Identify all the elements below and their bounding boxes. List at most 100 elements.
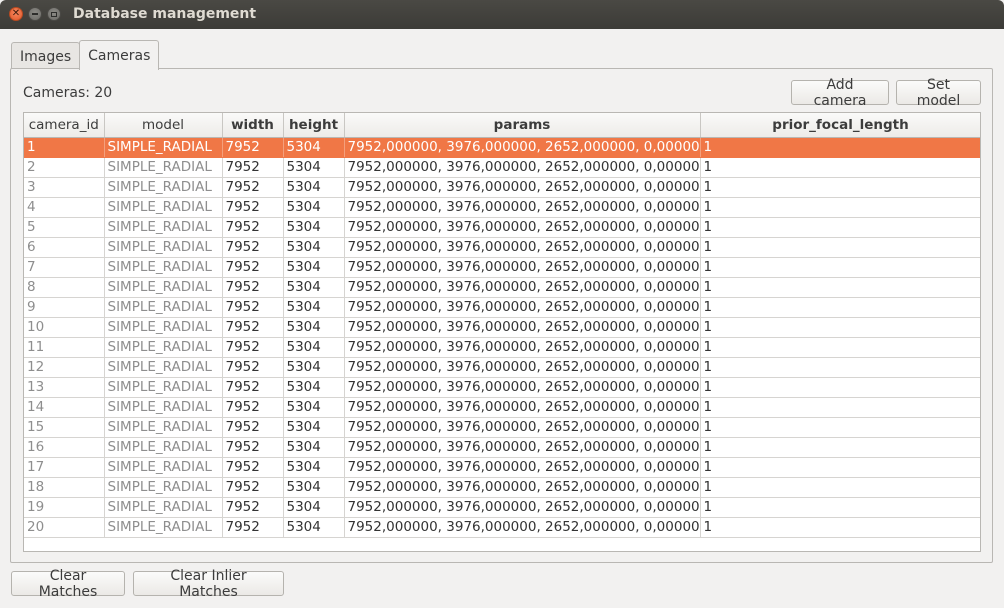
cell-model[interactable]: SIMPLE_RADIAL [104,257,223,278]
cell-params[interactable]: 7952,000000, 3976,000000, 2652,000000, 0… [344,437,701,458]
cell-camera-id[interactable]: 5 [24,217,105,238]
cell-camera-id[interactable]: 12 [24,357,105,378]
table-row[interactable]: 7 SIMPLE_RADIAL 7952 5304 7952,000000, 3976,… [24,257,980,278]
cell-model[interactable]: SIMPLE_RADIAL [104,377,223,398]
cell-prior-focal-length[interactable]: 1 [700,397,980,418]
cell-width[interactable]: 7952 [222,337,284,358]
column-header-width[interactable]: width [222,113,284,138]
cell-model[interactable]: SIMPLE_RADIAL [104,517,223,538]
column-header-height[interactable]: height [283,113,345,138]
title-bar[interactable]: ✕ Database management [0,0,1004,29]
add-camera-button[interactable]: Add camera [791,77,889,109]
clear-matches-button[interactable]: Clear Matches [11,568,125,600]
cell-params[interactable]: 7952,000000, 3976,000000, 2652,000000, 0… [344,317,701,338]
table-row[interactable]: 20 SIMPLE_RADIAL 7952 5304 7952,000000, 3976… [24,517,980,538]
table-row[interactable]: 10 SIMPLE_RADIAL 7952 5304 7952,000000, 3976… [24,317,980,338]
minimize-window-button[interactable] [28,7,42,21]
cell-camera-id[interactable]: 10 [24,317,105,338]
cell-params[interactable]: 7952,000000, 3976,000000, 2652,000000, 0… [344,497,701,518]
cell-params[interactable]: 7952,000000, 3976,000000, 2652,000000, 0… [344,397,701,418]
cell-params[interactable]: 7952,000000, 3976,000000, 2652,000000, 0… [344,457,701,478]
column-header-model[interactable]: model [104,113,223,138]
cell-width[interactable]: 7952 [222,297,284,318]
cell-params[interactable]: 7952,000000, 3976,000000, 2652,000000, 0… [344,337,701,358]
cell-width[interactable]: 7952 [222,257,284,278]
table-row[interactable]: 18 SIMPLE_RADIAL 7952 5304 7952,000000, 3976… [24,477,980,498]
cell-camera-id[interactable]: 2 [24,157,105,178]
cell-prior-focal-length[interactable]: 1 [700,357,980,378]
table-row[interactable]: 2 SIMPLE_RADIAL 7952 5304 7952,000000, 3976,… [24,157,980,178]
cell-params[interactable]: 7952,000000, 3976,000000, 2652,000000, 0… [344,277,701,298]
cell-camera-id[interactable]: 17 [24,457,105,478]
cell-model[interactable]: SIMPLE_RADIAL [104,417,223,438]
cell-prior-focal-length[interactable]: 1 [700,217,980,238]
cell-prior-focal-length[interactable]: 1 [700,297,980,318]
table-row[interactable]: 5 SIMPLE_RADIAL 7952 5304 7952,000000, 3976,… [24,217,980,238]
cell-prior-focal-length[interactable]: 1 [700,177,980,198]
cell-prior-focal-length[interactable]: 1 [700,197,980,218]
column-header-prior-focal-length[interactable]: prior_focal_length [700,113,980,138]
cell-height[interactable]: 5304 [283,337,345,358]
cell-height[interactable]: 5304 [283,437,345,458]
cell-prior-focal-length[interactable]: 1 [700,257,980,278]
cell-camera-id[interactable]: 3 [24,177,105,198]
cell-prior-focal-length[interactable]: 1 [700,237,980,258]
clear-inlier-matches-button[interactable]: Clear Inlier Matches [133,568,284,600]
cell-model[interactable]: SIMPLE_RADIAL [104,297,223,318]
cell-height[interactable]: 5304 [283,417,345,438]
cell-camera-id[interactable]: 11 [24,337,105,358]
close-window-button[interactable]: ✕ [9,7,23,21]
cell-params[interactable]: 7952,000000, 3976,000000, 2652,000000, 0… [344,197,701,218]
cell-camera-id[interactable]: 14 [24,397,105,418]
table-row[interactable]: 6 SIMPLE_RADIAL 7952 5304 7952,000000, 3976,… [24,237,980,258]
cell-width[interactable]: 7952 [222,437,284,458]
table-row[interactable]: 11 SIMPLE_RADIAL 7952 5304 7952,000000, 3976… [24,337,980,358]
cell-prior-focal-length[interactable]: 1 [700,377,980,398]
cell-height[interactable]: 5304 [283,237,345,258]
cell-width[interactable]: 7952 [222,357,284,378]
cell-params[interactable]: 7952,000000, 3976,000000, 2652,000000, 0… [344,417,701,438]
cell-prior-focal-length[interactable]: 1 [700,337,980,358]
cell-height[interactable]: 5304 [283,317,345,338]
cell-model[interactable]: SIMPLE_RADIAL [104,157,223,178]
cell-width[interactable]: 7952 [222,237,284,258]
cell-camera-id[interactable]: 19 [24,497,105,518]
column-header-params[interactable]: params [344,113,701,138]
cell-width[interactable]: 7952 [222,197,284,218]
cell-model[interactable]: SIMPLE_RADIAL [104,457,223,478]
cell-height[interactable]: 5304 [283,457,345,478]
cell-width[interactable]: 7952 [222,497,284,518]
cell-width[interactable]: 7952 [222,137,284,158]
cell-params[interactable]: 7952,000000, 3976,000000, 2652,000000, 0… [344,177,701,198]
cell-width[interactable]: 7952 [222,477,284,498]
cell-model[interactable]: SIMPLE_RADIAL [104,237,223,258]
table-row[interactable]: 17 SIMPLE_RADIAL 7952 5304 7952,000000, 3976… [24,457,980,478]
cell-params[interactable]: 7952,000000, 3976,000000, 2652,000000, 0… [344,477,701,498]
tab-cameras[interactable]: Cameras [79,40,160,70]
cell-width[interactable]: 7952 [222,457,284,478]
cell-camera-id[interactable]: 4 [24,197,105,218]
table-row[interactable]: 9 SIMPLE_RADIAL 7952 5304 7952,000000, 3976,… [24,297,980,318]
cell-height[interactable]: 5304 [283,197,345,218]
table-row[interactable]: 3 SIMPLE_RADIAL 7952 5304 7952,000000, 3976,… [24,177,980,198]
table-row[interactable]: 1 SIMPLE_RADIAL 7952 5304 7952,000000, 3976,… [24,137,980,158]
cameras-table[interactable]: camera_id model width height params prio… [23,112,981,552]
cell-model[interactable]: SIMPLE_RADIAL [104,217,223,238]
cell-model[interactable]: SIMPLE_RADIAL [104,397,223,418]
cell-prior-focal-length[interactable]: 1 [700,497,980,518]
cell-height[interactable]: 5304 [283,137,345,158]
column-header-camera-id[interactable]: camera_id [24,113,105,138]
cell-prior-focal-length[interactable]: 1 [700,517,980,538]
cell-params[interactable]: 7952,000000, 3976,000000, 2652,000000, 0… [344,357,701,378]
cell-camera-id[interactable]: 8 [24,277,105,298]
maximize-window-button[interactable] [47,7,61,21]
cell-width[interactable]: 7952 [222,177,284,198]
cell-height[interactable]: 5304 [283,397,345,418]
cell-prior-focal-length[interactable]: 1 [700,137,980,158]
cell-height[interactable]: 5304 [283,357,345,378]
cell-params[interactable]: 7952,000000, 3976,000000, 2652,000000, 0… [344,237,701,258]
cell-model[interactable]: SIMPLE_RADIAL [104,197,223,218]
table-row[interactable]: 13 SIMPLE_RADIAL 7952 5304 7952,000000, 3976… [24,377,980,398]
cell-prior-focal-length[interactable]: 1 [700,277,980,298]
cell-camera-id[interactable]: 6 [24,237,105,258]
